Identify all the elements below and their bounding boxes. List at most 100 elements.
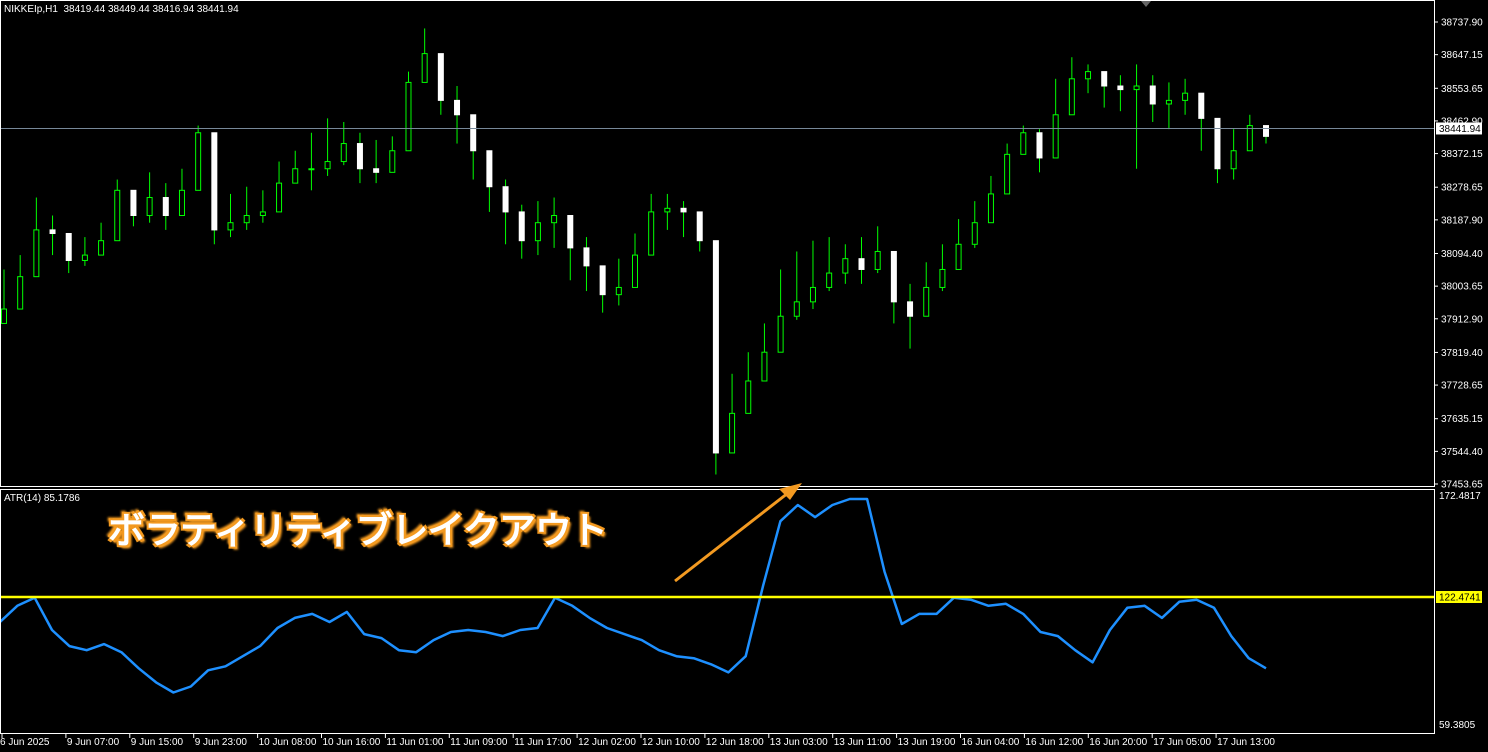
candle-body: [146, 197, 153, 217]
candle-body: [33, 229, 40, 278]
candle-body: [162, 197, 169, 217]
candle: [890, 250, 897, 324]
price-axis: 38737.9038647.1538553.6538462.9038372.15…: [1434, 18, 1483, 491]
candle: [1020, 125, 1027, 155]
candle-body: [777, 315, 784, 353]
candle: [1004, 143, 1011, 195]
time-axis: 6 Jun 2025 9 Jun 07:00 9 Jun 15:00 9 Jun 23…: [0, 734, 1275, 748]
candle-body: [664, 207, 671, 213]
candle-body: [1230, 150, 1237, 170]
candle: [939, 244, 946, 292]
price-tick-label: 38003.65: [1441, 282, 1483, 293]
candle: [664, 193, 671, 230]
candle-body: [308, 168, 315, 171]
candle: [1198, 92, 1205, 151]
candle-body: [1004, 153, 1011, 195]
candle: [874, 226, 881, 274]
candle: [211, 132, 218, 245]
candle-body: [987, 193, 994, 224]
candle-body: [373, 168, 380, 173]
candle: [826, 237, 833, 292]
candle: [712, 240, 719, 475]
candle: [1133, 64, 1140, 169]
candle-body: [211, 132, 218, 231]
candle: [615, 258, 622, 306]
current-price-label: 38441.94: [1439, 124, 1481, 135]
candle-body: [65, 232, 72, 261]
candle-body: [356, 143, 363, 170]
candle: [389, 136, 396, 173]
candle: [648, 193, 655, 256]
candle-body: [1101, 71, 1108, 87]
candle-body: [518, 211, 525, 242]
candle-body: [890, 250, 897, 303]
atr-bottom-label: 59.3805: [1439, 720, 1476, 731]
candle-body: [17, 276, 24, 310]
candle: [729, 373, 736, 454]
candle-body: [874, 250, 881, 270]
candle: [259, 190, 266, 223]
candle-body: [405, 81, 412, 152]
candle: [1101, 71, 1108, 108]
time-tick-label: 16 Jun 04:00: [962, 737, 1020, 748]
candle-body: [1, 308, 7, 324]
candle-body: [437, 53, 444, 101]
candle-body: [486, 150, 493, 188]
candle-body: [114, 189, 121, 242]
shift-marker-icon[interactable]: [1141, 1, 1151, 7]
candle-body: [615, 286, 622, 296]
candle-body: [1246, 125, 1253, 152]
time-tick-label: 17 Jun 05:00: [1153, 737, 1211, 748]
candle-body: [971, 222, 978, 245]
candle-body: [1068, 78, 1075, 116]
candle-body: [907, 301, 914, 317]
candle-body: [696, 211, 703, 242]
candle-body: [195, 132, 202, 191]
price-tick-label: 38647.15: [1441, 50, 1483, 61]
candle-body: [1036, 132, 1043, 159]
price-tick-label: 38737.90: [1441, 18, 1483, 29]
candle-body: [858, 258, 865, 270]
price-tick-label: 37635.15: [1441, 414, 1483, 425]
candle-body: [259, 211, 266, 217]
time-tick-label: 9 Jun 07:00: [67, 737, 120, 748]
candle: [470, 114, 477, 180]
candle: [551, 197, 558, 248]
candle: [793, 251, 800, 320]
candle: [502, 179, 509, 245]
candle: [955, 219, 962, 270]
candle: [567, 215, 574, 281]
candle: [1182, 78, 1189, 115]
candle: [761, 323, 768, 382]
candle: [1036, 129, 1043, 173]
candle-body: [923, 286, 930, 317]
time-tick-label: 9 Jun 23:00: [195, 737, 248, 748]
time-tick-label: 11 Jun 01:00: [386, 737, 444, 748]
atr-level-label: 122.4741: [1439, 593, 1481, 604]
candle: [243, 186, 250, 230]
candle: [33, 197, 40, 278]
candle: [405, 71, 412, 152]
price-tick-label: 37728.65: [1441, 381, 1483, 392]
atr-axis: 172.4817 59.3805 122.4741: [1436, 491, 1482, 731]
candle-body: [809, 286, 816, 303]
time-tick-label: 13 Jun 19:00: [898, 737, 956, 748]
candle: [842, 244, 849, 284]
candle-body: [421, 53, 428, 83]
candle-body: [761, 351, 768, 382]
candle-body: [340, 143, 347, 163]
candlestick-series: [1, 28, 1269, 475]
candle: [421, 28, 428, 83]
candle-body: [793, 301, 800, 317]
price-tick-label: 38094.40: [1441, 249, 1483, 260]
candle-body: [551, 215, 558, 224]
candle-body: [955, 243, 962, 270]
candle-body: [502, 186, 509, 213]
candle: [809, 240, 816, 310]
candle: [518, 204, 525, 259]
candle: [356, 132, 363, 184]
candle-body: [534, 222, 541, 242]
candle: [178, 168, 185, 217]
candle-body: [1198, 92, 1205, 119]
candle-body: [178, 189, 185, 217]
